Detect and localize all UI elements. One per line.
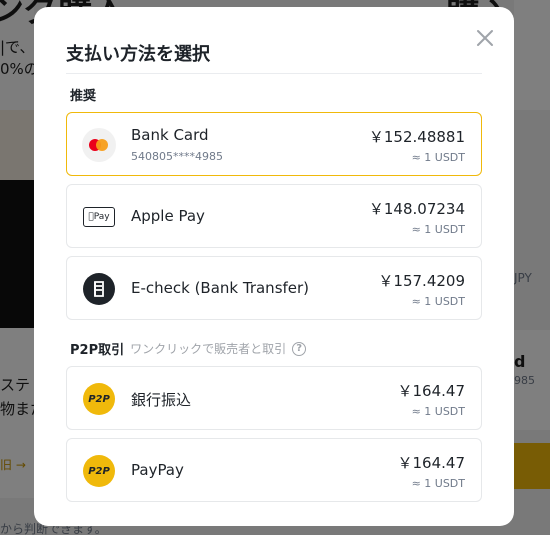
option-price: ￥164.47 (397, 382, 466, 400)
option-apple-pay[interactable]: Pay Apple Pay ￥148.07234 ≈ 1 USDT (66, 184, 482, 248)
close-button[interactable] (474, 27, 496, 49)
recommended-label: 推奨 (70, 89, 97, 104)
recommended-section-label: 推奨 (70, 85, 96, 104)
p2p-sub-label: ワンクリックで販売者と取引 (130, 342, 287, 356)
title-divider (66, 73, 482, 74)
option-price: ￥157.4209 (378, 272, 465, 290)
help-icon[interactable]: ? (292, 341, 307, 356)
option-bank-transfer-p2p[interactable]: P2P 銀行振込 ￥164.47 ≈ 1 USDT (66, 366, 482, 430)
mastercard-icon (82, 128, 116, 162)
option-name: 銀行振込 (131, 391, 192, 409)
p2p-icon: P2P (82, 382, 116, 416)
option-name: E-check (Bank Transfer) (131, 279, 310, 297)
option-bank-card[interactable]: Bank Card 540805****4985 ￥152.48881 ≈ 1 … (66, 112, 482, 176)
option-paypay[interactable]: P2P PayPay ￥164.47 ≈ 1 USDT (66, 438, 482, 502)
option-approx: ≈ 1 USDT (411, 151, 465, 164)
apple-pay-icon: Pay (82, 200, 116, 234)
option-approx: ≈ 1 USDT (411, 295, 465, 308)
close-icon (477, 30, 493, 46)
option-card-number: 540805****4985 (131, 150, 223, 163)
option-approx: ≈ 1 USDT (411, 223, 465, 236)
option-approx: ≈ 1 USDT (411, 477, 465, 490)
option-name: Apple Pay (131, 207, 205, 225)
option-name: PayPay (131, 461, 184, 479)
payment-method-modal: 支払い方法を選択 推奨 Bank Card 540805****4985 ￥15… (34, 7, 514, 526)
modal-title: 支払い方法を選択 (66, 44, 210, 65)
option-price: ￥152.48881 (368, 128, 465, 146)
p2p-label: P2P取引 (70, 343, 125, 358)
option-approx: ≈ 1 USDT (411, 405, 465, 418)
echeck-icon (82, 272, 116, 306)
option-e-check[interactable]: E-check (Bank Transfer) ￥157.4209 ≈ 1 US… (66, 256, 482, 320)
p2p-icon: P2P (82, 454, 116, 488)
p2p-section-label: P2P取引 ワンクリックで販売者と取引 ? (70, 339, 307, 358)
option-name: Bank Card (131, 126, 209, 144)
option-price: ￥164.47 (397, 454, 466, 472)
option-price: ￥148.07234 (368, 200, 465, 218)
